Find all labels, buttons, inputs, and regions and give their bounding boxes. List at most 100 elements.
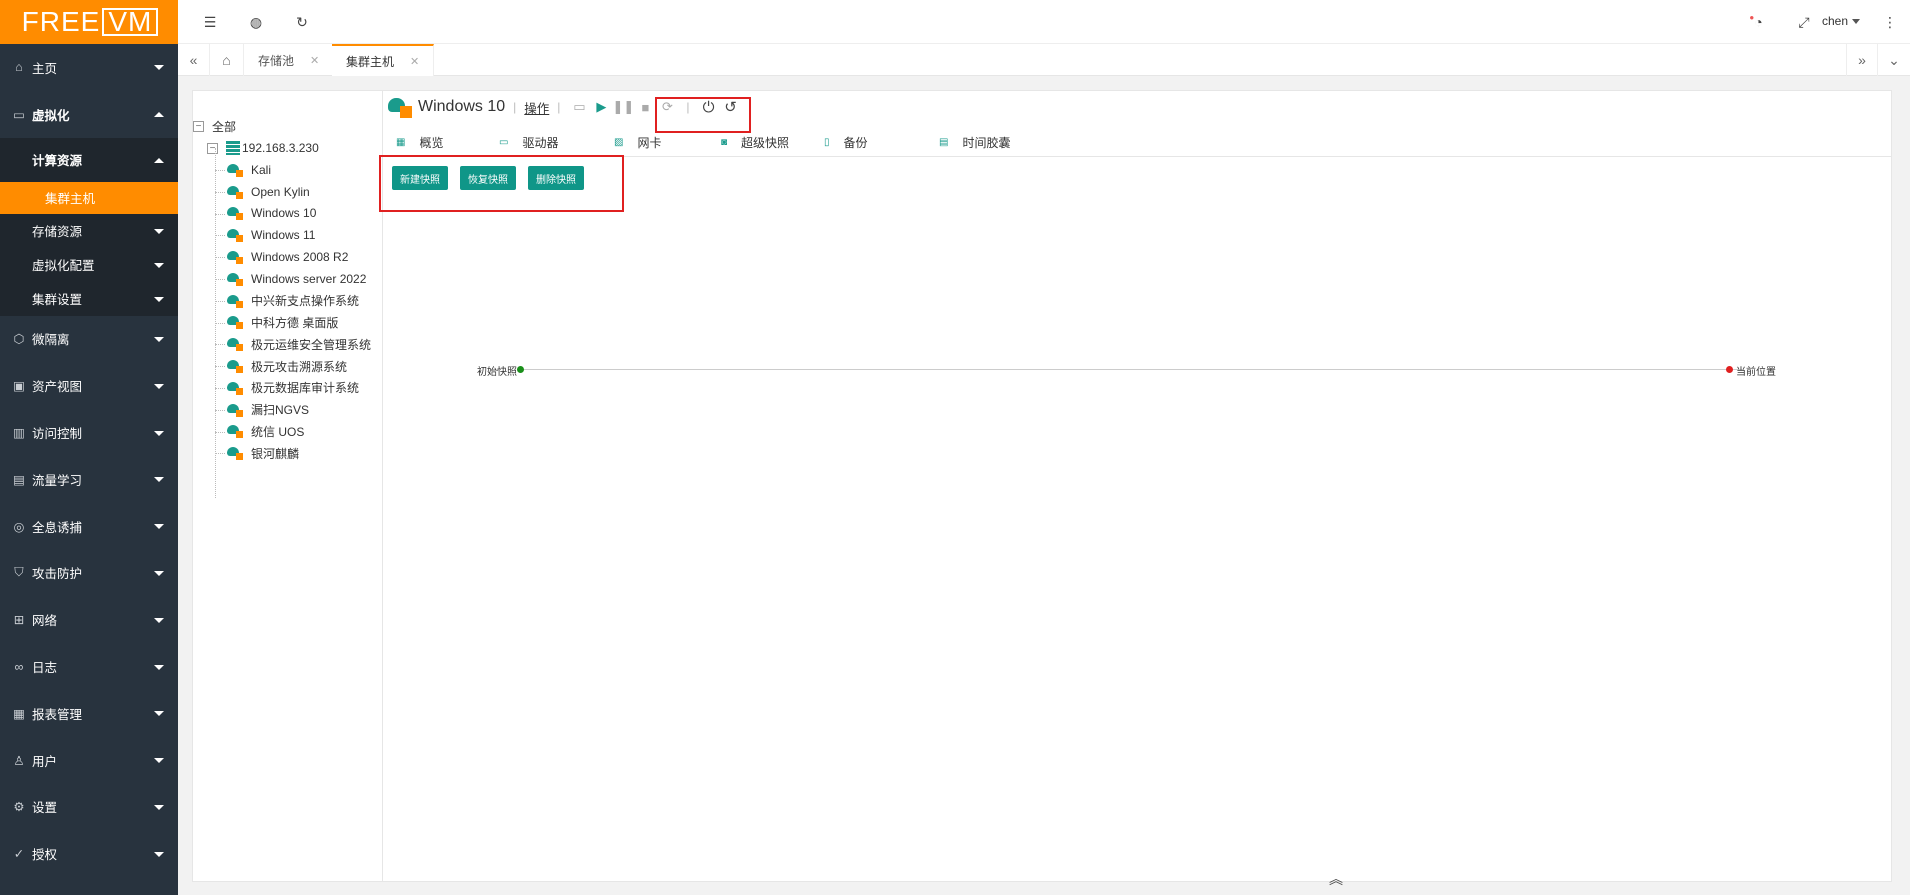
tree-host[interactable]: − 192.168.3.230 [193,137,382,159]
license-icon: ✓ [13,847,25,862]
sidebar-item-holo-trap[interactable]: ◎ 全息诱捕 [0,503,178,550]
sidebar-item-home[interactable]: ⌂ 主页 [0,44,178,91]
sidebar-item-user[interactable]: ♙ 用户 [0,737,178,784]
tree-vm-item[interactable]: 漏扫NGVS [193,399,382,421]
sidebar-item-storage[interactable]: 存储资源 [0,214,178,248]
tree-vm-item[interactable]: 中科方德 桌面版 [193,312,382,334]
sidebar-item-access-control[interactable]: ▥ 访问控制 [0,409,178,456]
log-icon: ∞ [14,659,24,674]
sidebar-item-traffic-learning[interactable]: ▤ 流量学习 [0,456,178,503]
tree-vm-item[interactable]: Kali [193,159,382,181]
gear-icon: ⚙ [13,800,25,815]
grid-icon: ▦ [396,136,406,148]
tree-vm-item[interactable]: Windows 11 [193,224,382,246]
tree-vm-item[interactable]: 中兴新支点操作系统 [193,290,382,312]
tree-vm-item[interactable]: 极元数据库审计系统 [193,377,382,399]
initial-snapshot-node[interactable] [517,366,524,373]
sidebar-item-report[interactable]: ▦ 报表管理 [0,690,178,737]
capsule-icon: ▤ [939,136,949,148]
tab-drives[interactable]: ▭ 驱动器 [499,127,558,157]
tree-root-label: 全部 [212,119,237,134]
sidebar-item-cluster-host[interactable]: 集群主机 [0,181,178,214]
collapse-icon[interactable]: − [193,120,204,132]
close-icon[interactable]: ✕ [310,54,319,67]
user-menu[interactable]: chen [1822,14,1860,28]
menu-toggle-icon[interactable]: ☰ [190,0,230,44]
sidebar-item-label: 攻击防护 [32,567,83,582]
tree-vm-item[interactable]: Open Kylin [193,181,382,203]
tree-vm-item[interactable]: Windows 10 [193,203,382,225]
sidebar-item-micro-isolation[interactable]: ⬡ 微隔离 [0,316,178,363]
fullscreen-icon[interactable]: ⤢ [1784,0,1824,44]
tab-storage-pool[interactable]: 存储池 ✕ [244,44,335,76]
tree-vm-label: 漏扫NGVS [251,403,310,418]
sidebar-item-settings[interactable]: ⚙ 设置 [0,784,178,831]
tab-label: 备份 [843,135,868,150]
tree-vm-item[interactable]: 极元运维安全管理系统 [193,333,382,355]
theme-palette-icon[interactable]: ● ◔ [1736,0,1776,44]
sidebar-item-virtualization[interactable]: ▭ 虚拟化 [0,91,178,138]
timeline-start-label: 初始快照 [477,367,517,378]
tree-vm-item[interactable]: 银河麒麟 [193,442,382,464]
sidebar-item-network[interactable]: ⊞ 网络 [0,596,178,643]
collapse-icon[interactable]: − [207,142,218,154]
tree-vm-label: Windows 2008 R2 [251,250,349,265]
sidebar-item-cluster-settings[interactable]: 集群设置 [0,282,178,316]
globe-icon[interactable]: ◍ [236,0,276,44]
sidebar-item-virt-config[interactable]: 虚拟化配置 [0,248,178,282]
operations-link[interactable]: 操作 [524,98,549,117]
tree-vm-label: 极元攻击溯源系统 [251,359,348,374]
chevron-down-icon [154,383,164,389]
sidebar-item-asset-view[interactable]: ▣ 资产视图 [0,362,178,409]
chevron-down-icon [154,711,164,717]
tree-vm-label: 银河麒麟 [251,446,300,461]
sidebar-item-label: 设置 [32,801,58,816]
tree-vm-item[interactable]: 极元攻击溯源系统 [193,355,382,377]
chevron-down-icon [154,524,164,530]
more-vertical-icon[interactable]: ⋮ [1870,0,1910,44]
tree-vm-item[interactable]: Windows server 2022 [193,268,382,290]
sidebar-submenu: 计算资源 集群主机 存储资源 虚拟化配置 集群设置 [0,137,178,316]
close-icon[interactable]: ✕ [410,55,419,68]
vm-title: Windows 10 [418,98,506,115]
vm-icon [227,403,243,417]
current-position-node[interactable] [1726,366,1733,373]
tab-backup[interactable]: ▯ 备份 [824,127,868,157]
collapse-up-icon[interactable]: ︽ [1329,869,1343,889]
console-icon[interactable]: ▭ [568,97,590,117]
vm-icon [227,424,243,439]
tab-bar: « ⌂ 存储池 ✕ 集群主机 ✕ » ⌄ [178,44,1910,76]
sidebar-item-label: 计算资源 [32,154,83,169]
tab-scroll-left-icon[interactable]: « [178,44,210,76]
chevron-down-icon [154,617,164,623]
nic-icon: ▨ [614,136,624,148]
tab-scroll-right-icon[interactable]: » [1846,44,1878,76]
vm-icon [227,359,243,374]
sidebar-item-license[interactable]: ✓ 授权 [0,830,178,877]
vm-icon [227,163,243,177]
vm-icon [227,185,243,199]
pause-icon[interactable]: ❚❚ [612,97,635,117]
tree-root[interactable]: − 全部 [193,115,382,137]
sidebar-item-log[interactable]: ∞ 日志 [0,643,178,690]
tree-vm-item[interactable]: 统信 UOS [193,421,382,443]
timeline-line [517,369,1744,370]
play-icon[interactable]: ▶ [590,97,612,117]
tab-dropdown-icon[interactable]: ⌄ [1878,44,1910,76]
home-icon: ⌂ [15,60,23,75]
tab-time-capsule[interactable]: ▤ 时间胶囊 [939,127,1010,157]
sidebar-item-attack-defense[interactable]: ⛉ 攻击防护 [0,550,178,597]
home-tab-icon[interactable]: ⌂ [210,44,244,76]
refresh-icon[interactable]: ↻ [282,0,322,44]
vm-icon [227,315,243,330]
chevron-down-icon [154,228,164,234]
tab-overview[interactable]: ▦ 概览 [396,127,443,157]
tab-cluster-host[interactable]: 集群主机 ✕ [332,44,435,76]
tree-vm-item[interactable]: Windows 2008 R2 [193,246,382,268]
sidebar-item-label: 流量学习 [32,473,83,488]
stop-icon[interactable]: ■ [634,97,656,117]
sidebar-item-compute[interactable]: 计算资源 [0,138,178,182]
username: chen [1821,14,1848,28]
shield-icon: ⛉ [14,565,24,580]
vm-icon [227,206,243,221]
